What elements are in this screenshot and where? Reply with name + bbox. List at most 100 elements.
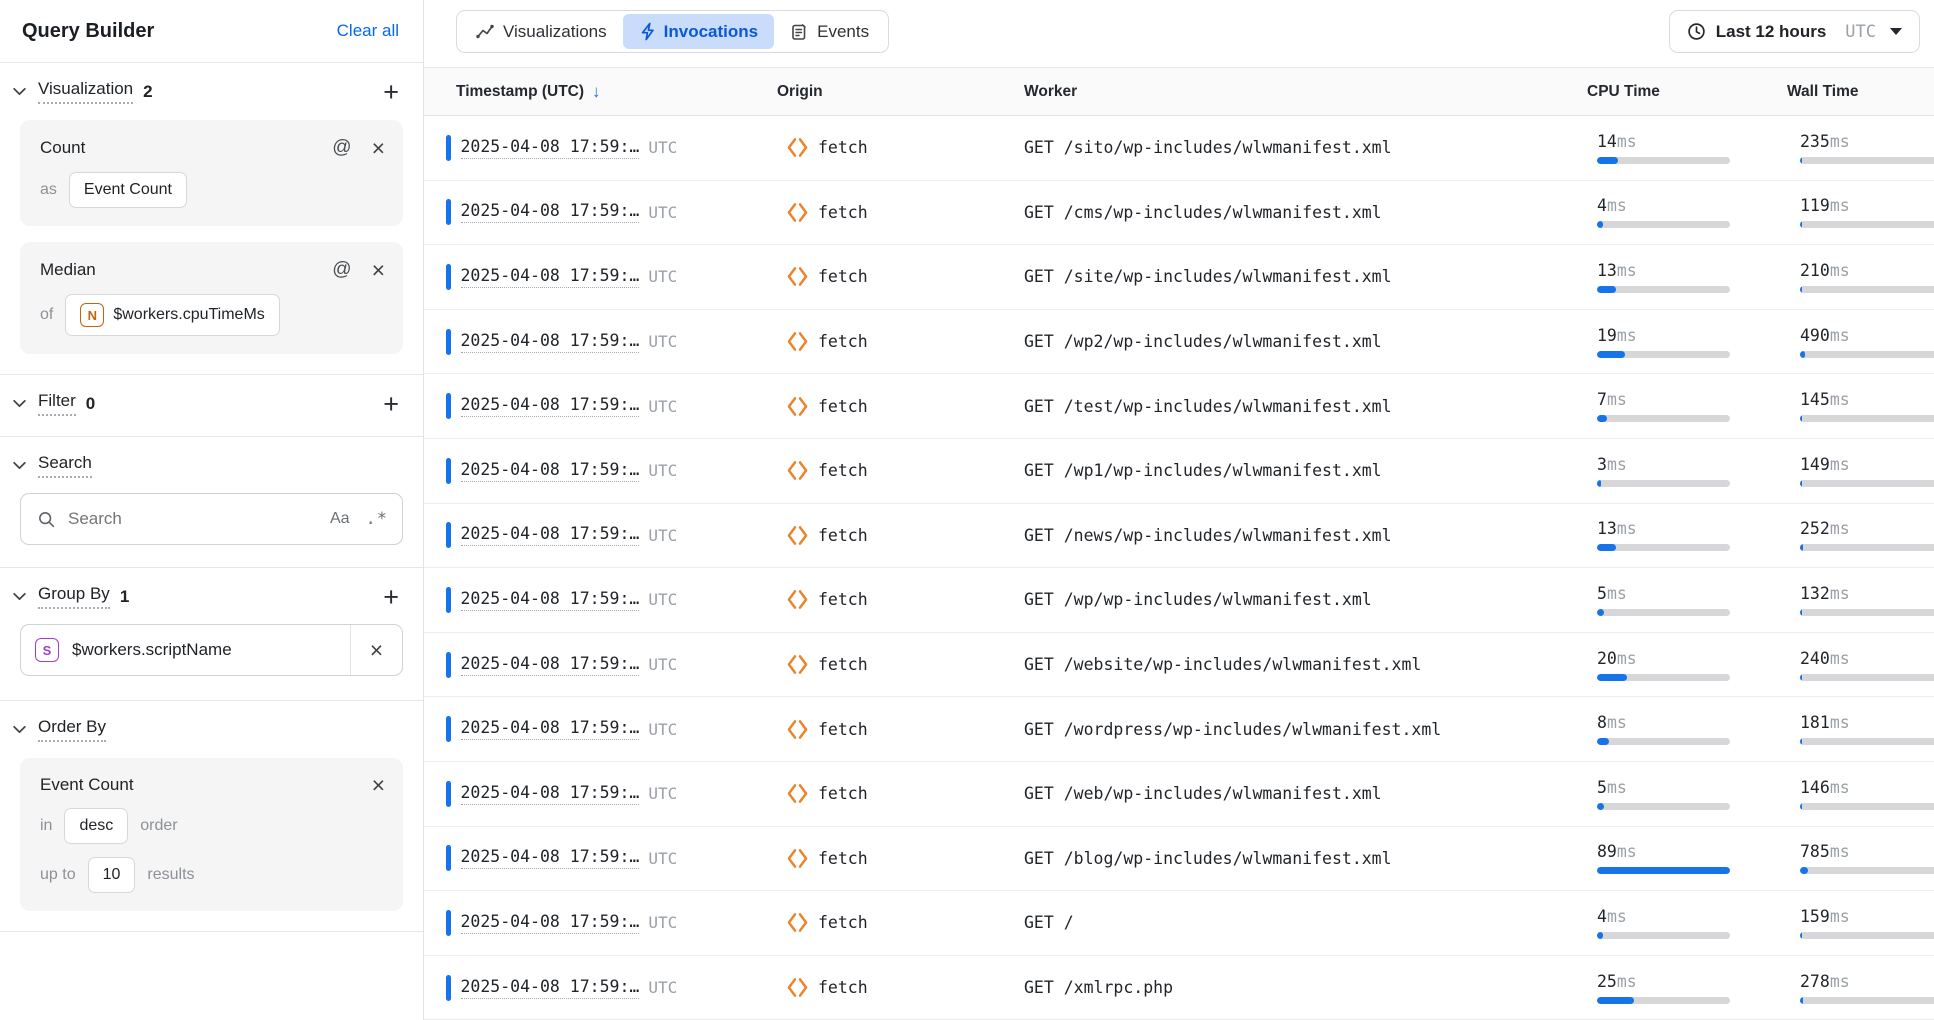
column-timestamp[interactable]: Timestamp (UTC): [456, 83, 584, 101]
timezone-label: UTC: [648, 978, 677, 997]
remove-group-by-button[interactable]: ×: [350, 625, 402, 675]
cpu-time-bar: [1597, 932, 1730, 939]
unit-label: ms: [1830, 649, 1850, 668]
timestamp-value: 2025-04-08 17:59:…: [461, 137, 640, 159]
sort-desc-icon[interactable]: ↓: [592, 82, 601, 102]
visualization-count: 2: [143, 82, 152, 102]
wall-time-value: 490: [1800, 326, 1830, 345]
regex-icon[interactable]: .*: [366, 509, 388, 529]
table-row[interactable]: 2025-04-08 17:59:… UTC fetch GET /wp/wp-…: [424, 568, 1934, 633]
wall-time-bar: [1800, 157, 1934, 164]
card-title: Median: [40, 260, 96, 280]
add-group-by-button[interactable]: +: [379, 587, 403, 607]
remove-card-icon[interactable]: ×: [372, 139, 385, 157]
match-case-icon[interactable]: Aa: [330, 510, 350, 528]
results-main-panel: Visualizations Invocations Events: [424, 0, 1934, 1020]
cpu-time-bar-fill: [1597, 867, 1730, 874]
cpu-time-bar: [1597, 480, 1730, 487]
timezone-label: UTC: [648, 461, 677, 480]
wall-time-value: 785: [1800, 842, 1830, 861]
tab-invocations[interactable]: Invocations: [623, 14, 774, 49]
as-label: as: [40, 181, 57, 199]
column-cpu-time[interactable]: CPU Time: [1585, 83, 1787, 101]
cpu-time-bar-fill: [1597, 221, 1603, 228]
unit-label: ms: [1607, 713, 1627, 732]
tab-label: Invocations: [664, 22, 758, 42]
tab-label: Visualizations: [503, 22, 607, 42]
row-accent-bar: [446, 522, 451, 548]
tab-events[interactable]: Events: [774, 14, 885, 49]
wall-time-value: 235: [1800, 132, 1830, 151]
count-visualization-card: Count @ × as Event Count: [20, 120, 403, 226]
sort-direction-button[interactable]: desc: [64, 808, 128, 844]
chevron-down-icon[interactable]: [8, 586, 30, 608]
unit-label: ms: [1617, 972, 1637, 991]
timezone-label: UTC: [648, 720, 677, 739]
time-range-button[interactable]: Last 12 hours UTC: [1669, 10, 1920, 53]
worker-request: GET /site/wp-includes/wlwmanifest.xml: [1024, 267, 1585, 286]
wall-time-bar: [1800, 867, 1934, 874]
fetch-origin-icon: [786, 976, 809, 999]
chevron-down-icon[interactable]: [8, 81, 30, 103]
origin-value: fetch: [818, 913, 868, 932]
median-field-button[interactable]: N $workers.cpuTimeMs: [65, 294, 279, 336]
alias-at-icon[interactable]: @: [332, 259, 351, 281]
tab-visualizations[interactable]: Visualizations: [460, 14, 623, 49]
group-by-field[interactable]: S $workers.scriptName ×: [20, 624, 403, 676]
chevron-down-icon[interactable]: [8, 393, 30, 415]
timezone-label: UTC: [648, 397, 677, 416]
wall-time-value: 119: [1800, 196, 1830, 215]
alias-at-icon[interactable]: @: [332, 137, 351, 159]
table-row[interactable]: 2025-04-08 17:59:… UTC fetch GET / 4ms 1…: [424, 891, 1934, 956]
table-row[interactable]: 2025-04-08 17:59:… UTC fetch GET /news/w…: [424, 504, 1934, 569]
table-row[interactable]: 2025-04-08 17:59:… UTC fetch GET /wordpr…: [424, 697, 1934, 762]
wall-time-value: 149: [1800, 455, 1830, 474]
cpu-time-value: 7: [1597, 390, 1607, 409]
add-visualization-button[interactable]: +: [379, 82, 403, 102]
remove-order-by-icon[interactable]: ×: [372, 776, 385, 794]
time-range-value: Last 12 hours: [1716, 22, 1827, 42]
unit-label: ms: [1607, 390, 1627, 409]
remove-card-icon[interactable]: ×: [372, 261, 385, 279]
row-accent-bar: [446, 458, 451, 484]
wall-time-bar-fill: [1800, 867, 1808, 874]
row-accent-bar: [446, 393, 451, 419]
timestamp-value: 2025-04-08 17:59:…: [461, 783, 640, 805]
unit-label: ms: [1830, 972, 1850, 991]
wall-time-value: 145: [1800, 390, 1830, 409]
table-row[interactable]: 2025-04-08 17:59:… UTC fetch GET /wp1/wp…: [424, 439, 1934, 504]
table-row[interactable]: 2025-04-08 17:59:… UTC fetch GET /sito/w…: [424, 116, 1934, 181]
timestamp-value: 2025-04-08 17:59:…: [461, 331, 640, 353]
order-by-section-label: Order By: [38, 717, 106, 742]
table-row[interactable]: 2025-04-08 17:59:… UTC fetch GET /test/w…: [424, 374, 1934, 439]
result-limit-button[interactable]: 10: [88, 857, 136, 893]
timezone-label: UTC: [648, 267, 677, 286]
table-row[interactable]: 2025-04-08 17:59:… UTC fetch GET /xmlrpc…: [424, 956, 1934, 1020]
unit-label: ms: [1830, 326, 1850, 345]
search-input[interactable]: [68, 509, 318, 529]
fetch-origin-icon: [786, 911, 809, 934]
lightning-bolt-icon: [639, 22, 655, 41]
column-worker[interactable]: Worker: [1024, 83, 1585, 101]
column-wall-time[interactable]: Wall Time: [1787, 83, 1934, 101]
table-row[interactable]: 2025-04-08 17:59:… UTC fetch GET /site/w…: [424, 245, 1934, 310]
cpu-time-bar-fill: [1597, 157, 1618, 164]
cpu-time-bar: [1597, 415, 1730, 422]
table-row[interactable]: 2025-04-08 17:59:… UTC fetch GET /cms/wp…: [424, 181, 1934, 246]
cpu-time-bar: [1597, 803, 1730, 810]
close-icon: ×: [370, 641, 383, 659]
row-accent-bar: [446, 264, 451, 290]
origin-value: fetch: [818, 138, 868, 157]
alias-value-button[interactable]: Event Count: [69, 172, 187, 208]
cpu-time-value: 8: [1597, 713, 1607, 732]
chevron-down-icon[interactable]: [8, 455, 30, 477]
table-row[interactable]: 2025-04-08 17:59:… UTC fetch GET /blog/w…: [424, 827, 1934, 892]
column-origin[interactable]: Origin: [775, 83, 1024, 101]
table-row[interactable]: 2025-04-08 17:59:… UTC fetch GET /websit…: [424, 633, 1934, 698]
table-row[interactable]: 2025-04-08 17:59:… UTC fetch GET /wp2/wp…: [424, 310, 1934, 375]
chevron-down-icon[interactable]: [8, 719, 30, 741]
add-filter-button[interactable]: +: [379, 394, 403, 414]
clear-all-link[interactable]: Clear all: [337, 21, 399, 41]
table-row[interactable]: 2025-04-08 17:59:… UTC fetch GET /web/wp…: [424, 762, 1934, 827]
row-accent-bar: [446, 845, 451, 871]
